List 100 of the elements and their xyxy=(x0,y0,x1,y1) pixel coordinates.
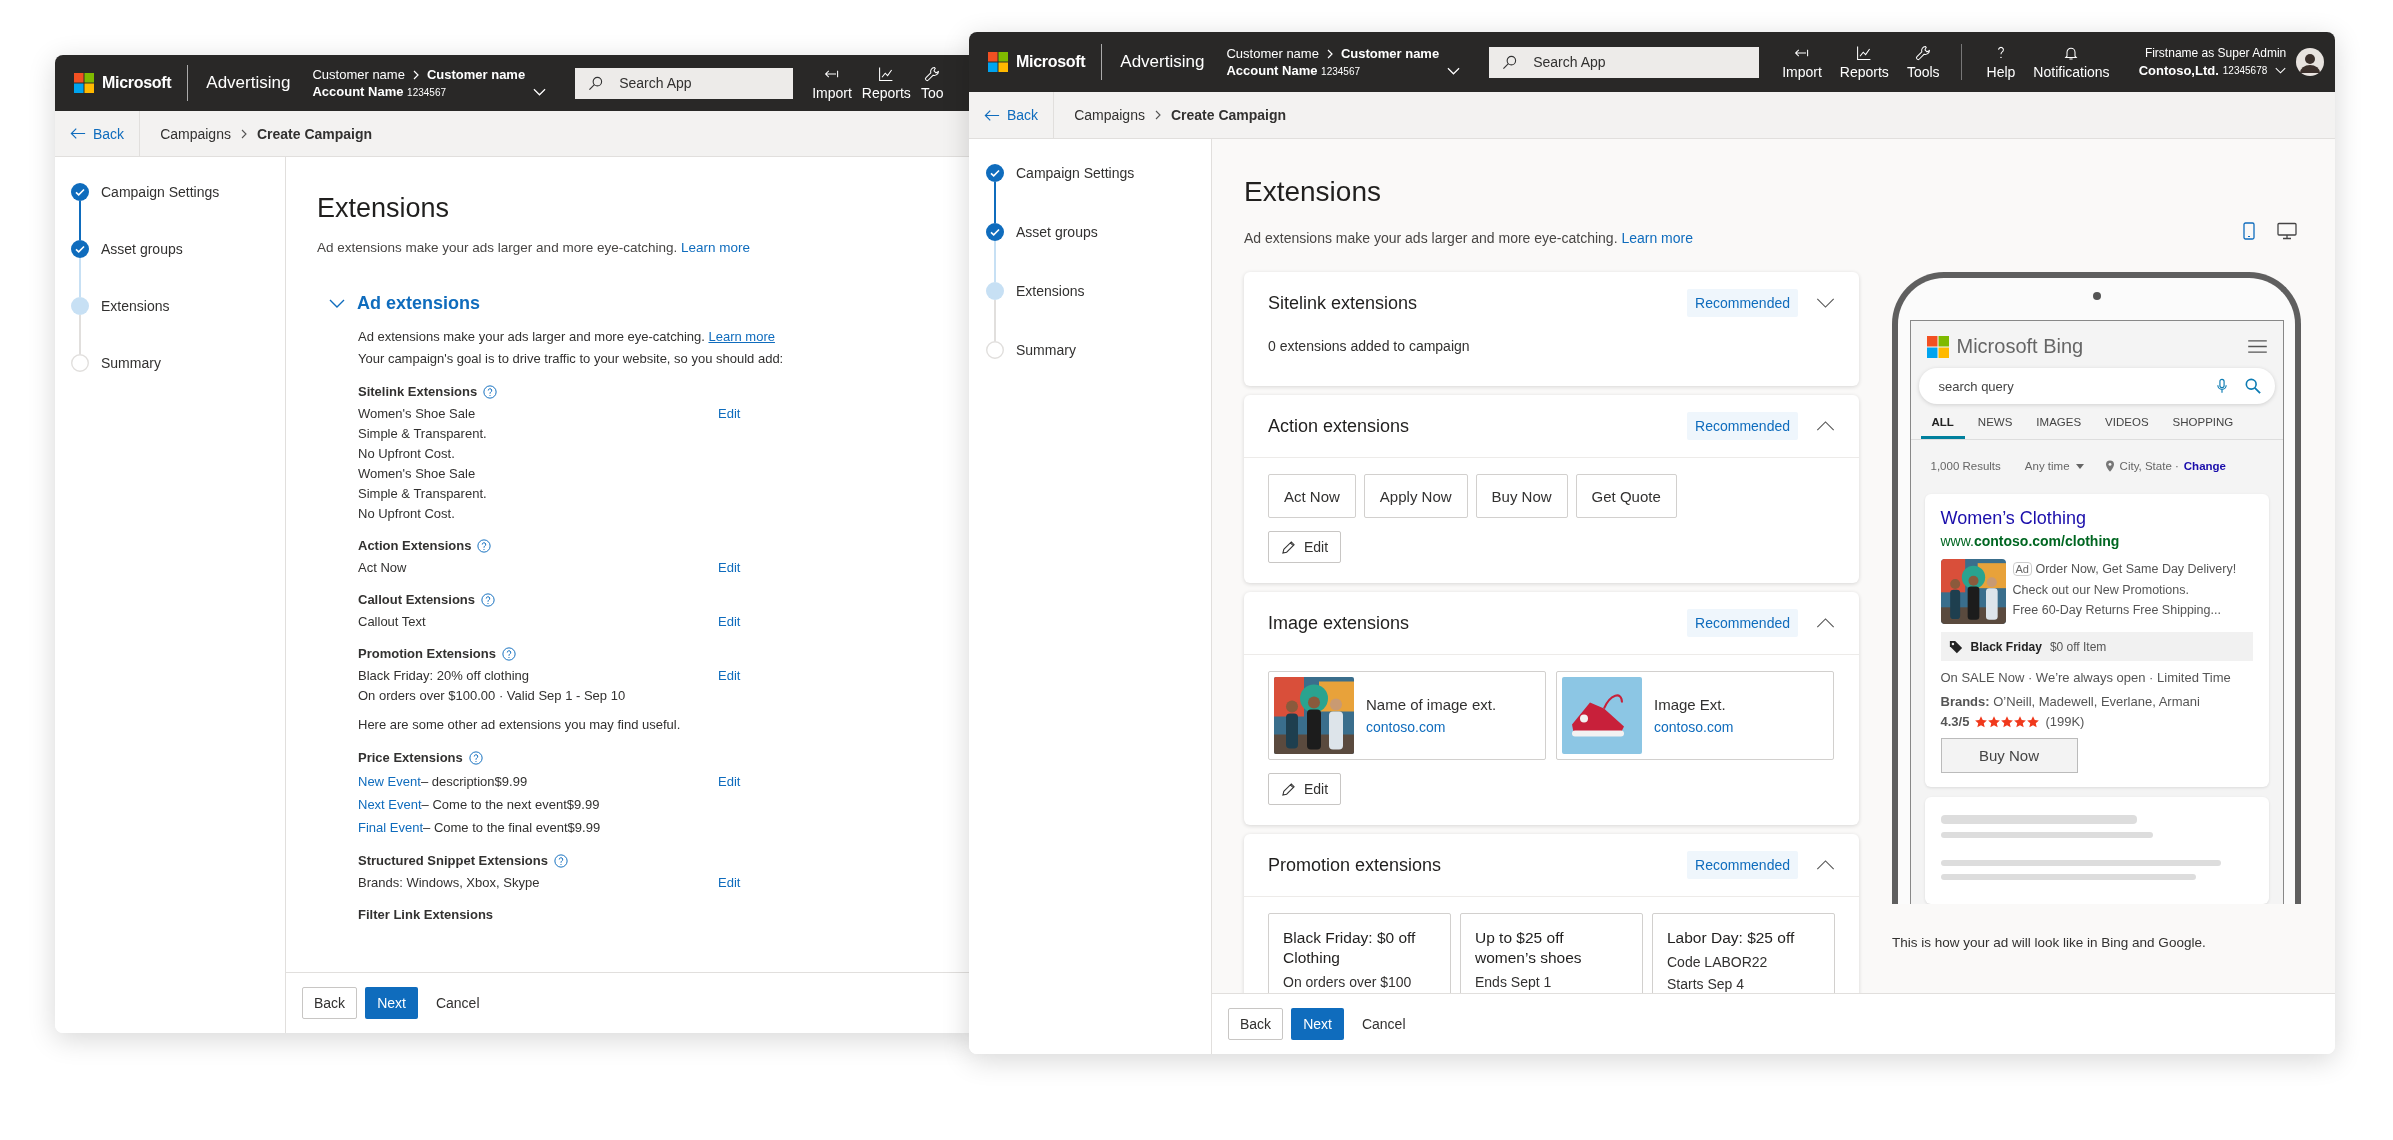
help-icon[interactable] xyxy=(501,647,516,661)
event-link[interactable]: Final Event xyxy=(358,820,424,835)
search-field[interactable]: Search App xyxy=(1489,46,1760,78)
action-button[interactable]: Apply Now xyxy=(1363,474,1468,518)
edit-link[interactable]: Edit xyxy=(718,666,741,686)
step-link[interactable]: Summary xyxy=(101,355,161,371)
edit-link[interactable]: Edit xyxy=(718,558,741,578)
step-link[interactable]: Summary xyxy=(1016,342,1076,358)
step-link[interactable]: Campaign Settings xyxy=(1016,165,1135,181)
account-picker[interactable]: Customer name Customer name Account Name 1234567 xyxy=(1226,46,1468,78)
image-extension-tile[interactable]: Name of image ext. contoso.com xyxy=(1268,671,1546,760)
tools-button[interactable]: Tools xyxy=(1899,44,1947,80)
edit-link[interactable]: Edit xyxy=(718,404,741,424)
account-menu[interactable]: Firstname as Super Admin Contoso,Ltd. 12345678 xyxy=(2138,46,2287,78)
change-link[interactable]: Change xyxy=(2183,460,2226,472)
camera-dot xyxy=(2092,292,2101,300)
learn-more-link[interactable]: Learn more xyxy=(680,240,750,255)
logo-icon xyxy=(74,73,94,93)
learn-more-link[interactable]: Learn more xyxy=(708,329,775,344)
line-chart-icon xyxy=(1856,44,1873,61)
step-link[interactable]: Asset groups xyxy=(1016,224,1098,240)
extension-text: On orders over $100.00 · Valid Sep 1 - Sep 10 xyxy=(358,687,627,705)
buy-now-button[interactable]: Buy Now xyxy=(1940,738,2078,773)
back-link[interactable]: Back xyxy=(70,125,125,142)
microphone-icon[interactable] xyxy=(2216,378,2227,394)
learn-more-link[interactable]: Learn more xyxy=(1621,230,1693,246)
search-icon[interactable] xyxy=(2244,378,2261,394)
next-button[interactable]: Next xyxy=(365,987,418,1019)
search-tab[interactable]: VIDEOS xyxy=(2094,416,2160,439)
group-title: Promotion Extensions xyxy=(358,645,496,663)
back-button[interactable]: Back xyxy=(1228,1008,1284,1040)
breadcrumb-link[interactable]: Campaigns xyxy=(160,125,231,142)
url-link[interactable]: contoso.com xyxy=(1366,719,1497,735)
help-icon[interactable] xyxy=(483,385,498,399)
import-button[interactable]: Import xyxy=(1775,44,1829,80)
search-tab[interactable]: ALL xyxy=(1920,416,1965,439)
ad-title-link[interactable]: Women’s Clothing xyxy=(1940,508,2086,529)
action-button[interactable]: Act Now xyxy=(1268,474,1356,518)
extension-text: Women's Shoe Sale xyxy=(358,405,477,423)
image-extension-tile[interactable]: Image Ext. contoso.com xyxy=(1556,671,1834,760)
page-description: Ad extensions make your ads larger and more eye-catching. Learn more xyxy=(1244,230,1693,246)
search-tab[interactable]: IMAGES xyxy=(2025,416,2093,439)
ad-text: Check out our New Promotions. xyxy=(2012,581,2190,599)
star-icon xyxy=(2001,715,2014,728)
step-link[interactable]: Asset groups xyxy=(101,241,183,257)
back-link[interactable]: Back xyxy=(984,107,1039,123)
event-link[interactable]: Next Event xyxy=(358,797,422,812)
search-tab[interactable]: NEWS xyxy=(1966,416,2024,439)
step-link[interactable]: Extensions xyxy=(1016,283,1085,299)
search-field[interactable]: search query xyxy=(1918,368,2275,404)
import-button[interactable]: Import xyxy=(807,65,857,101)
extension-text: Act Now xyxy=(358,559,408,577)
step-link[interactable]: Campaign Settings xyxy=(101,184,220,200)
reports-button[interactable]: Reports xyxy=(1832,44,1896,80)
reports-button[interactable]: Reports xyxy=(856,65,916,101)
notifications-button[interactable]: Notifications xyxy=(2026,44,2117,80)
action-button[interactable]: Buy Now xyxy=(1475,474,1568,518)
action-button[interactable]: Get Quote xyxy=(1575,474,1677,518)
url-link[interactable]: contoso.com xyxy=(1654,719,1734,735)
avatar[interactable] xyxy=(2296,48,2325,76)
account-picker[interactable]: Customer name Customer name Account Name 1234567 xyxy=(312,67,554,99)
edit-link[interactable]: Edit xyxy=(718,873,741,893)
brand-name: Microsoft xyxy=(102,74,172,92)
edit-link[interactable]: Edit xyxy=(718,612,741,632)
chevron-up-icon[interactable] xyxy=(1816,860,1835,870)
breadcrumb-current: Create Campaign xyxy=(1170,107,1287,123)
breadcrumb-link[interactable]: Campaigns xyxy=(1074,107,1145,123)
help-icon[interactable] xyxy=(468,751,483,765)
back-button[interactable]: Back xyxy=(302,987,358,1019)
step-link[interactable]: Extensions xyxy=(101,298,170,314)
cancel-button[interactable]: Cancel xyxy=(425,987,490,1019)
help-icon[interactable] xyxy=(481,593,496,607)
ad-text: Free 60-Day Returns Free Shipping... xyxy=(2012,602,2222,619)
chevron-up-icon[interactable] xyxy=(1816,618,1835,628)
chevron-down-icon xyxy=(2275,67,2287,74)
edit-button[interactable]: Edit xyxy=(1268,531,1342,563)
promotion-title: Labor Day: $25 off xyxy=(1667,928,1796,948)
search-field[interactable]: Search App xyxy=(575,67,794,99)
help-icon[interactable] xyxy=(554,854,568,868)
cancel-button[interactable]: Cancel xyxy=(1351,1008,1416,1040)
help-button[interactable]: Help xyxy=(1979,44,2023,80)
caret-down-icon xyxy=(2075,463,2084,469)
next-button[interactable]: Next xyxy=(1291,1008,1344,1040)
tools-button[interactable]: Too xyxy=(915,65,949,101)
search-tab[interactable]: SHOPPING xyxy=(2161,416,2245,439)
chevron-down-icon xyxy=(1447,66,1461,75)
promotion-name: Black Friday xyxy=(1970,639,2042,654)
chevron-down-icon[interactable] xyxy=(329,298,345,309)
chevron-down-icon[interactable] xyxy=(1816,298,1835,308)
card-title: Image extensions xyxy=(1268,612,1411,634)
edit-button[interactable]: Edit xyxy=(1268,773,1342,805)
card-title: Promotion extensions xyxy=(1268,854,1443,876)
ad-url: www.contoso.com/clothing xyxy=(1940,533,2120,549)
edit-link[interactable]: Edit xyxy=(718,770,741,793)
event-link[interactable]: New Event xyxy=(358,774,421,789)
menu-icon[interactable] xyxy=(2247,340,2267,353)
results-count: 1,000 Results xyxy=(1930,460,2001,472)
time-filter[interactable]: Any time xyxy=(2024,460,2084,472)
chevron-up-icon[interactable] xyxy=(1816,421,1835,431)
help-icon[interactable] xyxy=(477,539,492,553)
